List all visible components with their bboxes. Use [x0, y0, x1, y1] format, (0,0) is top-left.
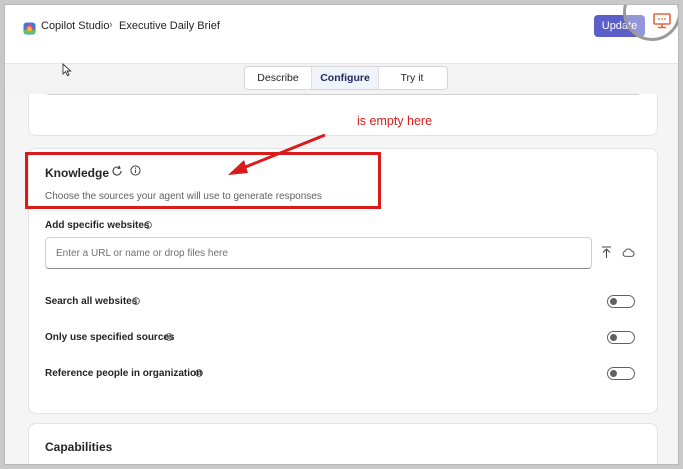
info-icon[interactable] — [144, 221, 152, 229]
agent-name[interactable]: Executive Daily Brief — [119, 20, 220, 32]
info-icon[interactable] — [132, 297, 140, 305]
reference-people-toggle[interactable] — [607, 367, 635, 380]
copilot-studio-logo-icon — [23, 22, 36, 35]
view-tabs: Describe Configure Try it — [244, 66, 448, 90]
instructions-textarea[interactable] — [45, 94, 641, 95]
monitor-icon — [653, 13, 671, 29]
toggle-knob — [610, 334, 617, 341]
app-title[interactable]: Copilot Studio — [41, 20, 110, 32]
only-specified-sources-toggle[interactable] — [607, 331, 635, 344]
info-icon[interactable] — [165, 333, 173, 341]
info-icon[interactable] — [130, 165, 141, 176]
tab-try-it[interactable]: Try it — [379, 67, 445, 89]
url-input[interactable] — [45, 237, 592, 269]
screenshot-frame: Copilot Studio › Executive Daily Brief U… — [4, 4, 679, 465]
upload-icon[interactable] — [601, 246, 612, 259]
toggle-knob — [610, 370, 617, 377]
knowledge-description: Choose the sources your agent will use t… — [45, 191, 322, 202]
only-specified-sources-label: Only use specified sources — [45, 332, 175, 343]
knowledge-title: Knowledge — [45, 166, 110, 180]
tab-configure[interactable]: Configure — [311, 67, 379, 89]
search-all-websites-label: Search all websites — [45, 296, 138, 307]
configure-content: Knowledge Choose the sources your agent … — [5, 94, 678, 464]
knowledge-card: Knowledge Choose the sources your agent … — [28, 148, 658, 414]
mouse-cursor-icon — [62, 63, 72, 77]
previous-section-card — [28, 94, 658, 136]
refresh-icon[interactable] — [111, 165, 123, 177]
capabilities-title: Capabilities — [45, 440, 113, 454]
capabilities-card: Capabilities — [28, 423, 658, 464]
breadcrumb-chevron-icon: › — [109, 19, 113, 31]
annotation-text: is empty here — [357, 114, 433, 128]
tab-describe[interactable]: Describe — [245, 67, 311, 89]
info-icon[interactable] — [195, 369, 203, 377]
top-bar: Copilot Studio › Executive Daily Brief U… — [5, 5, 678, 64]
add-websites-label: Add specific websites — [45, 220, 150, 231]
toggle-knob — [610, 298, 617, 305]
search-all-websites-toggle[interactable] — [607, 295, 635, 308]
reference-people-label: Reference people in organization — [45, 368, 203, 379]
cloud-icon[interactable] — [622, 248, 635, 257]
